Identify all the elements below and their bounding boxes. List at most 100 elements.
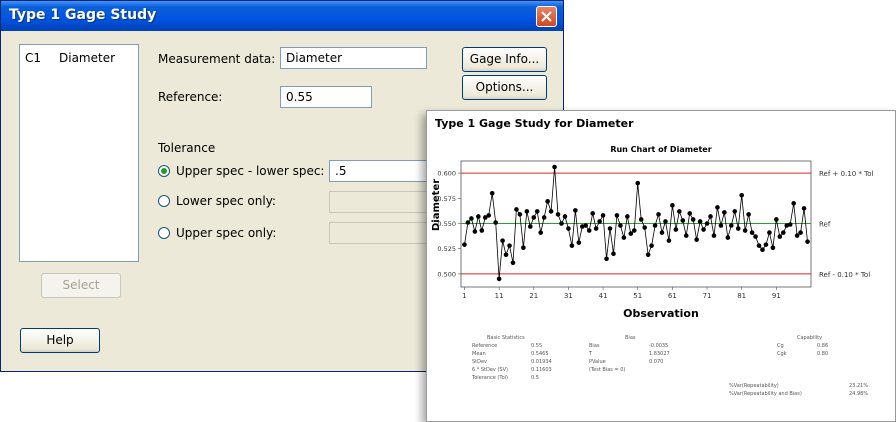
upper-lower-spec-radio[interactable] [158,165,170,177]
close-button[interactable] [536,6,557,27]
data-point [777,234,783,239]
stat-label: %Var(Repeatability and Bias) [729,391,802,397]
data-point [735,226,741,231]
data-point [690,217,696,222]
data-point [697,219,703,224]
gage-info-button[interactable]: Gage Info... [462,47,547,72]
data-point [586,228,592,233]
data-point [756,243,762,248]
x-tick-label: 21 [529,292,538,300]
data-point [562,214,568,219]
x-tick-label: 51 [633,292,642,300]
data-point [534,209,540,214]
stat-label: Reference [472,343,498,349]
data-point [528,224,533,229]
data-point [569,243,575,248]
data-point [597,219,602,224]
reference-line-label: Ref + 0.10 * Tol [819,170,874,178]
data-point [503,252,509,258]
data-point [673,227,679,232]
data-point [566,226,571,231]
data-point [722,210,727,215]
gage-study-graph-window[interactable]: Type 1 Gage Study for Diameter Run Chart… [426,110,896,422]
data-point [801,206,807,211]
dialog-titlebar[interactable]: Type 1 Gage Study [1,1,563,31]
data-point [767,230,772,235]
lower-spec-only-radio[interactable] [158,195,170,207]
dialog-title: Type 1 Gage Study [9,7,157,23]
data-point [670,203,675,208]
select-button[interactable]: Select [41,273,121,298]
reference-input[interactable]: 0.55 [280,86,372,108]
capability-header: Capability [797,335,823,341]
run-chart: Ref + 0.10 * Tol Ref Ref - 0.10 * Tol 0.500… [437,160,874,300]
data-point [600,213,606,218]
stat-value: 0.5465 [531,351,549,357]
data-point [770,245,776,250]
stat-value: 0.070 [649,359,664,365]
stat-label: Cgk [777,351,787,357]
y-tick-label: 0.575 [437,195,456,203]
data-point [694,237,699,242]
stat-label: Bias [589,343,600,349]
data-point [618,223,623,228]
data-point [649,243,654,248]
data-point [715,205,720,210]
data-point [631,228,637,233]
upper-spec-only-radio[interactable] [158,227,170,239]
data-point [760,247,765,253]
data-point [510,260,516,266]
data-point [472,229,478,234]
x-tick-label: 41 [599,292,608,300]
help-button[interactable]: Help [20,328,100,353]
data-point [711,233,717,238]
data-point [805,239,810,244]
data-point [548,209,554,214]
reference-line-label: Ref - 0.10 * Tol [819,271,870,279]
data-point [680,218,686,223]
x-tick-label: 91 [772,292,781,300]
data-point [555,212,561,217]
reference-label: Reference: [158,90,223,104]
data-point [590,211,595,216]
data-point [798,230,803,235]
upper-lower-spec-input[interactable]: .5 [329,160,429,182]
data-point [749,230,755,235]
data-point [496,276,502,282]
data-point [538,230,544,235]
stat-value: 0.86 [817,343,829,349]
data-point [708,214,713,219]
measurement-input[interactable]: Diameter [280,47,427,69]
stat-value: 0.5 [531,375,539,381]
data-point [462,242,467,247]
stat-label: StDev [472,359,488,365]
data-point [621,235,627,240]
upper-spec-only-input [329,222,429,244]
x-tick-label: 1 [462,292,466,300]
data-point [728,223,734,228]
variable-list-item[interactable]: C1 Diameter [25,51,115,65]
measurement-label: Measurement data: [158,52,276,66]
options-button[interactable]: Options... [462,75,547,100]
x-tick-label: 61 [668,292,677,300]
data-point [704,221,710,226]
variable-list[interactable]: C1 Diameter [19,44,139,262]
data-point [732,209,738,214]
stat-label: (Test Bias = 0) [589,367,626,373]
data-point [493,220,498,225]
lower-spec-only-label: Lower spec only: [176,194,276,208]
tolerance-heading: Tolerance [158,141,216,155]
variable-name: Diameter [59,51,116,65]
data-point [742,228,748,233]
stat-label: Cg [777,343,784,349]
data-point [611,251,616,257]
data-point [476,214,481,219]
data-point [465,220,471,225]
stat-value: 0.01934 [531,359,552,365]
data-point [659,230,665,235]
data-point [663,219,668,224]
data-point [628,231,634,236]
bias-header: Bias [625,335,636,341]
data-point [753,234,758,239]
data-point [500,238,505,243]
